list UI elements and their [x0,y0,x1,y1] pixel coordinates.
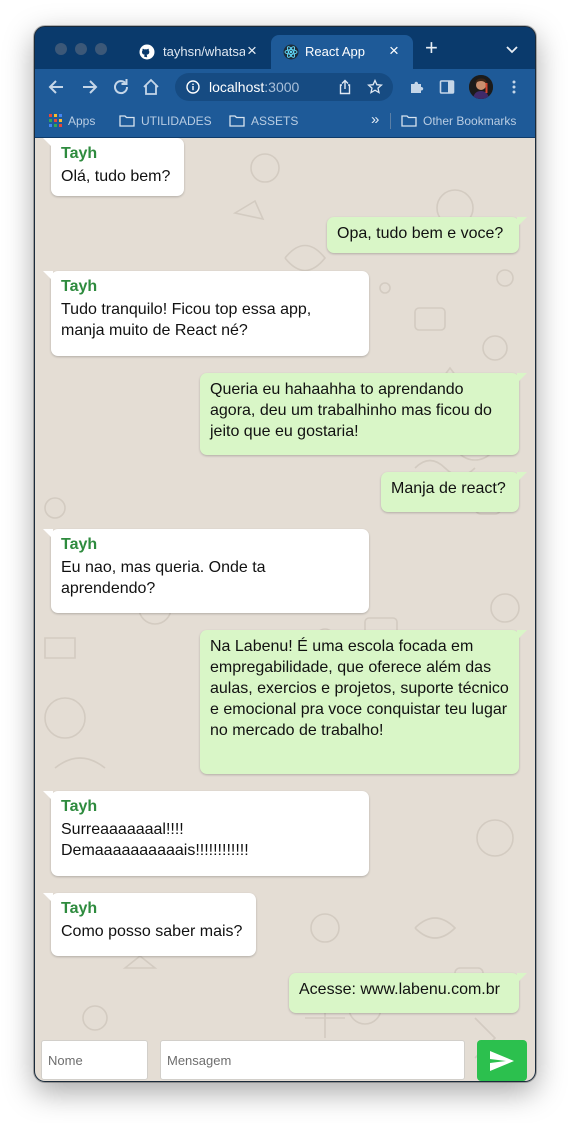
bookmark-label: Other Bookmarks [423,114,517,128]
message-outgoing: Queria eu hahaahha to aprendando agora, … [200,373,527,455]
window-minimize-control[interactable] [75,43,87,55]
name-input[interactable] [41,1040,148,1080]
bookmarks-divider [390,113,391,129]
url-text[interactable]: localhost:3000 [209,79,299,95]
close-icon[interactable]: × [247,41,257,61]
back-arrow-icon[interactable] [47,77,67,97]
message-outgoing: Na Labenu! É uma escola focada em empreg… [200,630,527,774]
more-bookmarks-chevron[interactable]: » [371,111,379,128]
message-sender: Tayh [61,278,98,295]
info-icon[interactable] [186,80,200,94]
send-arrow-icon [490,1051,514,1071]
url-port: :3000 [264,79,300,95]
new-tab-icon[interactable]: + [425,37,438,59]
apps-grid-icon [49,114,62,127]
bookmark-assets[interactable]: ASSETS [229,114,298,128]
message-text: Como posso saber mais? [61,923,243,940]
message-sender: Tayh [61,145,98,162]
browser-toolbar: localhost:3000 [35,69,535,105]
message-incoming: Tayh Como posso saber mais? [43,893,256,956]
window-close-control[interactable] [55,43,67,55]
message-text: Tudo tranquilo! Ficou top essa app, manj… [61,301,312,339]
message-incoming: Tayh Tudo tranquilo! Ficou top essa app,… [43,271,369,356]
bookmarks-bar: Apps UTILIDADES ASSETS » Other Bookmarks [35,105,535,138]
message-text: Na Labenu! É uma escola focada em empreg… [210,638,509,739]
send-button[interactable] [477,1040,527,1081]
close-icon[interactable]: × [389,41,399,61]
profile-photo-icon [469,75,493,99]
message-composer [35,1027,535,1081]
message-text: Olá, tudo bem? [61,168,171,185]
message-outgoing: Manja de react? [381,472,527,512]
kebab-menu-icon[interactable] [505,78,523,96]
bookmark-other[interactable]: Other Bookmarks [401,114,516,128]
bookmark-label: UTILIDADES [141,114,212,128]
react-icon [283,44,299,60]
message-incoming: Tayh Surreaaaaaaal!!!! Demaaaaaaaaaais!!… [43,791,369,876]
message-sender: Tayh [61,900,98,917]
message-text: Opa, tudo bem e voce? [337,225,504,242]
chevron-down-icon[interactable] [505,44,519,54]
bookmark-apps[interactable]: Apps [49,114,95,128]
share-icon[interactable] [337,79,353,95]
message-outgoing: Acesse: www.labenu.com.br [289,973,527,1013]
message-text: Eu nao, mas queria. Onde ta aprendendo? [61,559,266,597]
browser-window: tayhsn/whatsapp-clone × React App × + [34,26,536,1082]
folder-icon [119,115,135,127]
message-sender: Tayh [61,536,98,553]
folder-icon [229,115,245,127]
message-text: Acesse: www.labenu.com.br [299,981,500,998]
url-host: localhost [209,79,265,95]
chat-area[interactable]: Tayh Olá, tudo bem? Opa, tudo bem e voce… [35,138,535,1081]
message-input[interactable] [160,1040,465,1080]
message-text: Surreaaaaaaal!!!! Demaaaaaaaaaais!!!!!!!… [61,821,249,859]
address-bar[interactable]: localhost:3000 [175,73,393,101]
profile-avatar[interactable] [469,75,493,99]
bookmark-star-icon[interactable] [367,79,383,95]
message-outgoing: Opa, tudo bem e voce? [327,217,527,253]
message-text: Queria eu hahaahha to aprendando agora, … [210,381,492,440]
message-incoming: Tayh Olá, tudo bem? [43,138,184,196]
tab-label: tayhsn/whatsapp-clone [163,44,245,59]
folder-icon [401,115,417,127]
message-incoming: Tayh Eu nao, mas queria. Onde ta aprende… [43,529,369,613]
bookmark-label: Apps [68,114,96,128]
bookmark-utilidades[interactable]: UTILIDADES [119,114,212,128]
reload-icon[interactable] [111,77,131,97]
tab-strip: tayhsn/whatsapp-clone × React App × + [35,27,535,69]
tab-react-app[interactable]: React App × [271,35,413,69]
tab-github[interactable]: tayhsn/whatsapp-clone × [127,35,269,69]
message-text: Manja de react? [391,480,506,497]
extensions-puzzle-icon[interactable] [408,78,426,96]
github-icon [139,44,155,60]
window-zoom-control[interactable] [95,43,107,55]
side-panel-icon[interactable] [438,78,456,96]
bookmark-label: ASSETS [251,114,299,128]
tab-label: React App [305,44,365,59]
forward-arrow-icon[interactable] [79,77,99,97]
message-sender: Tayh [61,798,98,815]
home-icon[interactable] [141,77,161,97]
